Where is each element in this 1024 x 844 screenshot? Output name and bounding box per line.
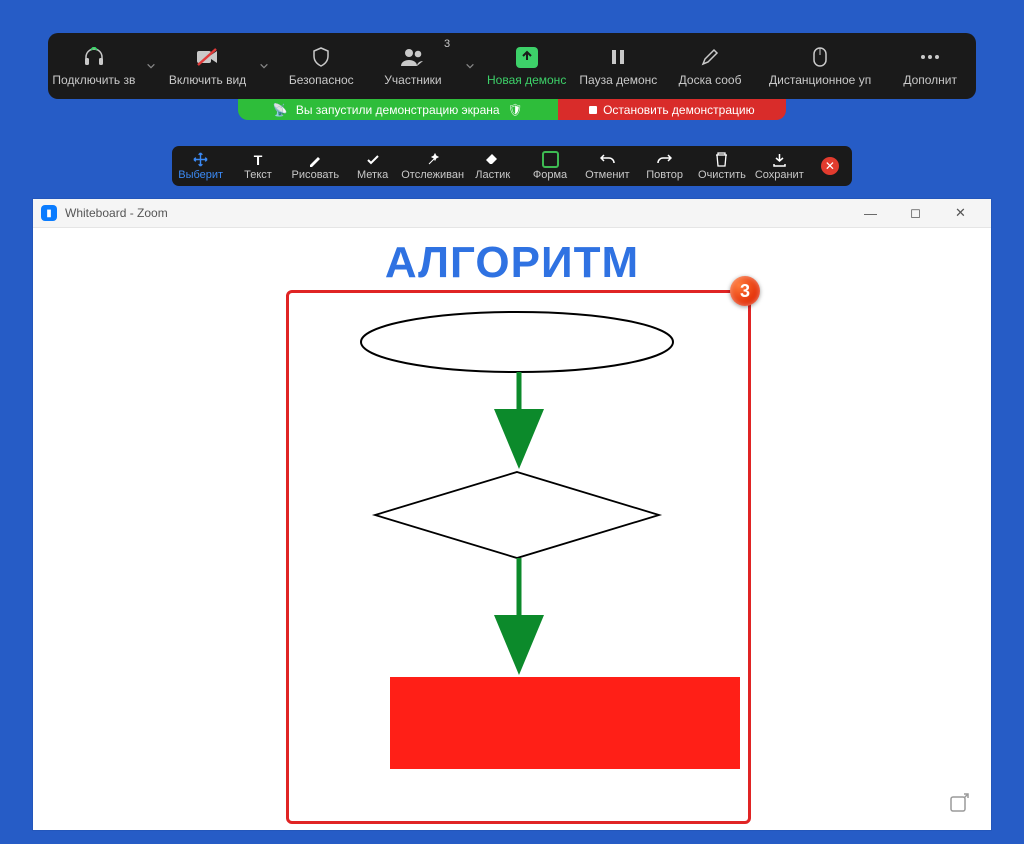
people-icon [400,45,426,69]
format-square-icon [542,152,559,168]
more-label: Дополнит [903,73,957,87]
close-button[interactable]: ✕ [938,199,983,227]
tool-text[interactable]: T Текст [229,146,286,186]
sharing-banner: 📡 Вы запустили демонстрацию экрана 🛡 Ост… [238,99,786,120]
pause-icon [611,45,625,69]
tool-eraser-label: Ластик [475,169,510,181]
tool-clear-label: Очистить [698,169,746,181]
wand-icon [426,152,440,168]
maximize-button[interactable]: ◻ [893,199,938,227]
tool-spotlight[interactable]: Отслеживан [401,146,464,186]
participants-count: 3 [444,38,450,50]
board-button[interactable]: Доска сооб [664,33,756,99]
new-share-label: Новая демонс [487,73,566,87]
participants-chevron[interactable] [459,33,481,99]
tool-format[interactable]: Форма [521,146,578,186]
remote-button[interactable]: Дистанционное уп [756,33,884,99]
window-controls: — ◻ ✕ [848,199,983,227]
whiteboard-title: Whiteboard - Zoom [65,206,168,220]
security-label: Безопаснос [289,73,354,87]
tool-redo[interactable]: Повтор [636,146,693,186]
tool-stamp[interactable]: Метка [344,146,401,186]
more-button[interactable]: Дополнит [884,33,976,99]
annotation-close[interactable]: ✕ [808,146,852,186]
canvas-export-icon[interactable] [949,793,969,818]
share-up-icon [516,45,538,69]
callout-badge: 3 [730,276,760,306]
tool-eraser[interactable]: Ластик [464,146,521,186]
tool-draw[interactable]: Рисовать [287,146,344,186]
eraser-icon [485,152,500,168]
stop-icon [589,106,597,114]
pause-share-label: Пауза демонс [579,73,657,87]
video-chevron[interactable] [253,33,275,99]
tool-format-label: Форма [533,169,567,181]
text-icon: T [254,152,263,168]
tool-stamp-label: Метка [357,169,388,181]
whiteboard-canvas[interactable]: АЛГОРИТМ 3 [33,228,991,830]
tool-text-label: Текст [244,169,272,181]
minimize-button[interactable]: — [848,199,893,227]
security-button[interactable]: Безопаснос [275,33,367,99]
sharing-status[interactable]: 📡 Вы запустили демонстрацию экрана 🛡 [238,99,558,120]
stop-share-button[interactable]: Остановить демонстрацию [558,99,786,120]
stop-share-text: Остановить демонстрацию [603,103,754,117]
board-label: Доска сооб [679,73,742,87]
shield-icon [312,45,330,69]
new-share-button[interactable]: Новая демонс [481,33,573,99]
tool-redo-label: Повтор [646,169,683,181]
move-icon [193,152,208,168]
share-mini-icon: 📡 [273,103,288,117]
undo-icon [600,152,615,168]
meeting-toolbar: Подключить зв Включить вид Безопаснос 3 … [48,33,976,99]
tool-clear[interactable]: Очистить [693,146,750,186]
video-label: Включить вид [169,73,246,87]
tool-draw-label: Рисовать [291,169,339,181]
tool-spotlight-label: Отслеживан [401,169,464,181]
whiteboard-titlebar[interactable]: ▮ Whiteboard - Zoom — ◻ ✕ [33,199,991,228]
tool-undo-label: Отменит [585,169,630,181]
audio-button[interactable]: Подключить зв [48,33,140,99]
mouse-icon [813,45,827,69]
app-stage: Подключить зв Включить вид Безопаснос 3 … [0,0,1024,844]
whiteboard-window: ▮ Whiteboard - Zoom — ◻ ✕ АЛГОРИТМ [33,199,991,830]
tool-undo[interactable]: Отменит [579,146,636,186]
audio-label: Подключить зв [52,73,135,87]
selection-rectangle [286,290,751,824]
redo-icon [657,152,672,168]
zoom-logo-icon: ▮ [41,205,57,221]
sharing-status-text: Вы запустили демонстрацию экрана [296,103,500,117]
participants-button[interactable]: 3 Участники [367,33,459,99]
tool-save[interactable]: Сохранит [751,146,808,186]
ellipsis-icon [920,45,940,69]
audio-chevron[interactable] [140,33,162,99]
shield-check-icon: 🛡 [508,103,523,117]
participants-label: Участники [384,73,441,87]
pause-share-button[interactable]: Пауза демонс [573,33,665,99]
annotation-toolbar: Выберит T Текст Рисовать Метка Отслежива… [172,146,852,186]
tool-save-label: Сохранит [755,169,804,181]
pencil-icon [701,45,719,69]
draw-icon [308,152,322,168]
close-icon: ✕ [821,157,839,175]
camera-off-icon [196,45,220,69]
headphones-icon [83,45,105,69]
remote-label: Дистанционное уп [769,73,871,87]
tool-select[interactable]: Выберит [172,146,229,186]
download-icon [772,152,787,168]
video-button[interactable]: Включить вид [162,33,254,99]
tool-select-label: Выберит [178,169,223,181]
trash-icon [715,152,728,168]
check-icon [366,152,380,168]
